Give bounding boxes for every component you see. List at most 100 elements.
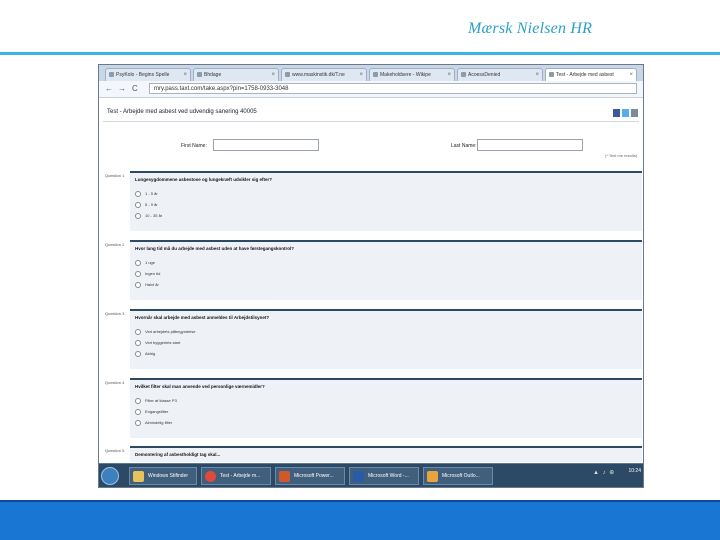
radio-icon[interactable] [135, 282, 141, 288]
question-1: Question 1 Lungesygdommene asbestose og … [103, 171, 642, 235]
test-header: Test - Arbejde med asbest ved udvendig s… [103, 107, 639, 122]
taskbar-item-browser[interactable]: Test - Arbejde m... [201, 467, 271, 485]
reload-button[interactable]: C [132, 84, 138, 93]
close-icon[interactable]: × [183, 69, 187, 81]
radio-icon[interactable] [135, 329, 141, 335]
radio-icon[interactable] [135, 202, 141, 208]
close-icon[interactable]: × [359, 69, 363, 81]
question-text: Lungesygdommene asbestose og lungekræft … [135, 177, 273, 182]
question-text: Hvornår skal arbejde med asbest anmeldes… [135, 315, 270, 320]
outlook-icon [427, 471, 438, 482]
tab-4[interactable]: Makeholdsere - Wikipe × [369, 68, 455, 81]
last-name-label: Last Name: [451, 143, 477, 149]
twitter-icon[interactable] [622, 109, 629, 117]
question-label: Question 2 [105, 242, 125, 247]
radio-icon[interactable] [135, 213, 141, 219]
tab-1[interactable]: PsyKolo - Begins Spelle × [105, 68, 191, 81]
radio-icon[interactable] [135, 260, 141, 266]
tab-2[interactable]: Bhdage × [193, 68, 279, 81]
question-3: Question 3 Hvornår skal arbejde med asbe… [103, 309, 642, 373]
address-bar[interactable]: mry.pass.taxt.com/take.aspx?pin=1758-093… [149, 83, 637, 94]
close-icon[interactable]: × [271, 69, 275, 81]
tab-3[interactable]: www.maskinstik.dk/T.ne × [281, 68, 367, 81]
answer-option[interactable]: Almindelig filter [135, 420, 172, 426]
taskbar-item-explorer[interactable]: Windows Stifinder [129, 467, 197, 485]
radio-icon[interactable] [135, 351, 141, 357]
question-label: Question 4 [105, 380, 125, 385]
answer-option[interactable]: Engangsfilter [135, 409, 168, 415]
question-text: Hvor lang tid må du arbejde med asbest u… [135, 246, 295, 251]
question-2: Question 2 Hvor lang tid må du arbejde m… [103, 240, 642, 304]
radio-icon[interactable] [135, 191, 141, 197]
tab-label: Test - Arbejde med asbest [556, 72, 614, 78]
tab-5[interactable]: AcoessDenied × [457, 68, 543, 81]
question-label: Question 5 [105, 448, 125, 453]
first-name-input[interactable] [213, 139, 319, 151]
taskbar-item-outlook[interactable]: Microsoft Outlo... [423, 467, 493, 485]
folder-icon [133, 471, 144, 482]
email-icon[interactable] [631, 109, 638, 117]
answer-option[interactable]: Ingen tid [135, 271, 160, 277]
first-name-label: First Name: [181, 143, 207, 149]
answer-option[interactable]: Aldrig [135, 351, 155, 357]
back-button[interactable]: ← [105, 84, 113, 93]
answer-option[interactable]: 5 - 9 år [135, 202, 158, 208]
facebook-icon[interactable] [613, 109, 620, 117]
favicon-icon [373, 72, 378, 77]
question-4: Question 4 Hvilket filter skal man anven… [103, 378, 642, 442]
question-5: Question 5 Demontering af asbestholdigt … [103, 446, 642, 462]
system-tray[interactable]: ▲ ♪ ⊕ [593, 469, 615, 476]
last-name-input[interactable] [477, 139, 583, 151]
question-box: Demontering af asbestholdigt tag skal... [130, 446, 642, 462]
word-icon [353, 471, 364, 482]
taskbar-item-powerpoint[interactable]: Microsoft Power... [275, 467, 345, 485]
close-icon[interactable]: × [447, 69, 451, 81]
tab-label: Makeholdsere - Wikipe [380, 72, 431, 78]
footer-bar [0, 500, 720, 540]
answer-option[interactable]: 10 - 35 år [135, 213, 162, 219]
tab-label: PsyKolo - Begins Spelle [116, 72, 170, 78]
question-box: Hvor lang tid må du arbejde med asbest u… [130, 240, 642, 300]
favicon-icon [197, 72, 202, 77]
windows-taskbar: Windows Stifinder Test - Arbejde m... Mi… [99, 463, 643, 487]
favicon-icon [285, 72, 290, 77]
question-text: Hvilket filter skal man anvende ved pers… [135, 384, 265, 389]
radio-icon[interactable] [135, 398, 141, 404]
answer-option[interactable]: Filter af klasse P3 [135, 398, 177, 404]
browser-toolbar: ← → C mry.pass.taxt.com/take.aspx?pin=17… [99, 81, 643, 98]
results-note: (* Test me results) [605, 153, 638, 158]
favicon-icon [549, 72, 554, 77]
radio-icon[interactable] [135, 409, 141, 415]
powerpoint-icon [279, 471, 290, 482]
chrome-icon [205, 471, 216, 482]
tab-label: www.maskinstik.dk/T.ne [292, 72, 345, 78]
radio-icon[interactable] [135, 420, 141, 426]
radio-icon[interactable] [135, 340, 141, 346]
question-label: Question 3 [105, 311, 125, 316]
forward-button[interactable]: → [118, 84, 126, 93]
test-title: Test - Arbejde med asbest ved udvendig s… [107, 109, 257, 115]
start-button[interactable] [101, 467, 119, 485]
taskbar-item-word[interactable]: Microsoft Word -... [349, 467, 419, 485]
clock[interactable]: 10:24 [619, 468, 641, 475]
answer-option[interactable]: 1 uge [135, 260, 155, 266]
close-icon[interactable]: × [629, 69, 633, 81]
tab-label: AcoessDenied [468, 72, 501, 78]
question-label: Question 1 [105, 173, 125, 178]
title-divider [0, 52, 720, 55]
tab-label: Bhdage [204, 72, 222, 78]
question-box: Hvornår skal arbejde med asbest anmeldes… [130, 309, 642, 369]
close-icon[interactable]: × [535, 69, 539, 81]
slide-title: Mærsk Nielsen HR [468, 20, 593, 37]
favicon-icon [109, 72, 114, 77]
answer-option[interactable]: 1 - 5 år [135, 191, 158, 197]
radio-icon[interactable] [135, 271, 141, 277]
answer-option[interactable]: Ved byggeriets start [135, 340, 180, 346]
question-box: Hvilket filter skal man anvende ved pers… [130, 378, 642, 438]
question-box: Lungesygdommene asbestose og lungekræft … [130, 171, 642, 231]
answer-option[interactable]: Halvt år [135, 282, 159, 288]
browser-screenshot: PsyKolo - Begins Spelle × Bhdage × www.mas… [98, 64, 644, 488]
tab-6-active[interactable]: Test - Arbejde med asbest × [545, 68, 637, 81]
question-text: Demontering af asbestholdigt tag skal... [135, 452, 221, 457]
answer-option[interactable]: Ved arbejdets påbegyndelse [135, 329, 195, 335]
